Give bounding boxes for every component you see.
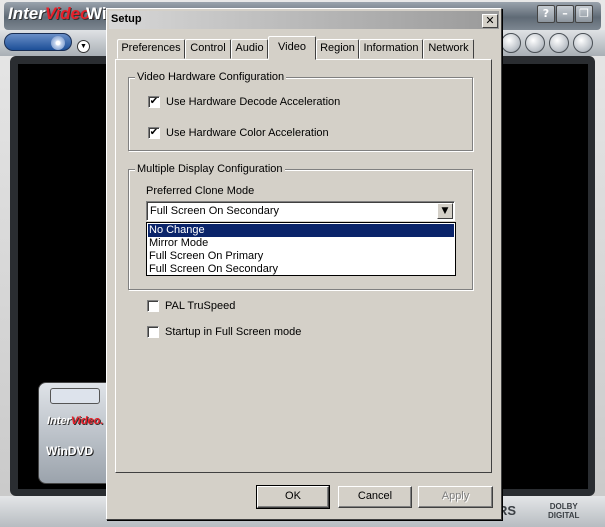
disc-icon <box>51 36 65 50</box>
clone-mode-dropdown-list: No Change Mirror Mode Full Screen On Pri… <box>146 222 456 276</box>
fullscreen-startup-checkbox[interactable] <box>147 326 159 338</box>
group-label: Multiple Display Configuration <box>135 163 285 175</box>
pal-truspeed-label: PAL TruSpeed <box>165 300 236 312</box>
video-hardware-group: Video Hardware Configuration <box>128 71 473 151</box>
apply-button[interactable]: Apply <box>418 486 493 508</box>
clone-mode-select[interactable]: Full Screen On Secondary ▼ <box>146 201 455 221</box>
menu-arrow-icon[interactable]: ▼ <box>77 40 90 53</box>
clone-option-full-screen-primary[interactable]: Full Screen On Primary <box>148 250 454 263</box>
player-option-button[interactable] <box>525 33 545 53</box>
minimize-button[interactable]: – <box>556 5 574 23</box>
eject-button[interactable] <box>501 33 521 53</box>
tab-control[interactable]: Control <box>185 39 231 59</box>
pal-truspeed-checkbox[interactable] <box>147 300 159 312</box>
restore-button[interactable]: ❐ <box>575 5 593 23</box>
tab-information[interactable]: Information <box>359 39 423 59</box>
dialog-title: Setup <box>111 13 142 25</box>
tab-network[interactable]: Network <box>423 39 474 59</box>
clone-mode-label: Preferred Clone Mode <box>146 185 255 197</box>
dialog-title-bar: Setup ✕ <box>109 11 499 29</box>
close-button[interactable]: ✕ <box>482 14 498 28</box>
hardware-color-label: Use Hardware Color Acceleration <box>166 127 329 139</box>
dolby-display <box>50 388 100 404</box>
hardware-color-checkbox[interactable]: ✔ <box>148 127 160 139</box>
ok-button[interactable]: OK <box>256 485 330 509</box>
cancel-button[interactable]: Cancel <box>338 486 412 508</box>
tab-audio[interactable]: Audio <box>231 39 268 59</box>
player-option-button[interactable] <box>573 33 593 53</box>
tab-region[interactable]: Region <box>316 39 359 59</box>
fullscreen-startup-label: Startup in Full Screen mode <box>165 326 302 338</box>
hardware-decode-checkbox[interactable]: ✔ <box>148 96 160 108</box>
help-button[interactable]: ? <box>537 5 555 23</box>
disc-menu-button[interactable] <box>4 33 72 51</box>
hardware-decode-label: Use Hardware Decode Acceleration <box>166 96 341 108</box>
hardware-color-checkbox-row[interactable]: ✔ Use Hardware Color Acceleration <box>148 127 329 139</box>
clone-option-no-change[interactable]: No Change <box>148 224 454 237</box>
dropdown-arrow-icon[interactable]: ▼ <box>437 203 453 219</box>
clone-option-mirror-mode[interactable]: Mirror Mode <box>148 237 454 250</box>
clone-mode-value: Full Screen On Secondary <box>150 205 280 217</box>
hardware-decode-checkbox-row[interactable]: ✔ Use Hardware Decode Acceleration <box>148 96 340 108</box>
intervideo-logo: InterVideo. <box>8 4 96 23</box>
tab-preferences[interactable]: Preferences <box>117 39 185 59</box>
panel-product-name: WinDVD <box>46 444 94 458</box>
tab-video[interactable]: Video <box>268 36 316 60</box>
fullscreen-startup-checkbox-row[interactable]: Startup in Full Screen mode <box>147 326 301 338</box>
player-option-button[interactable] <box>549 33 569 53</box>
pal-truspeed-checkbox-row[interactable]: PAL TruSpeed <box>147 300 235 312</box>
group-label: Video Hardware Configuration <box>135 71 287 83</box>
panel-intervideo-logo: InterVideo. <box>47 415 104 427</box>
player-title-text: Wi <box>86 4 107 23</box>
clone-option-full-screen-secondary[interactable]: Full Screen On Secondary <box>148 263 454 276</box>
dolby-digital-logo: DOLBY DIGITAL <box>548 502 580 520</box>
